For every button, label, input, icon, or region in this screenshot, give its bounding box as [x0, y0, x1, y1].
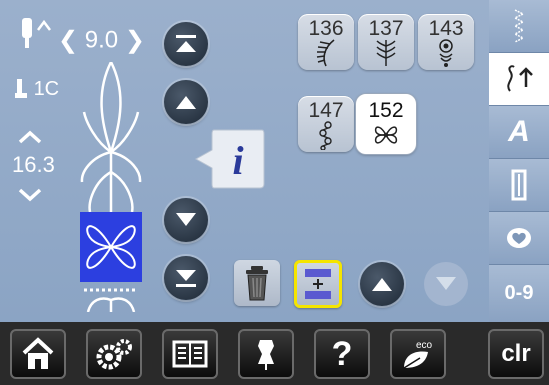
tab-practical-stitches[interactable] — [489, 0, 549, 53]
split-insert-icon — [305, 269, 331, 299]
heart-icon — [507, 228, 531, 248]
eco-button[interactable]: eco — [390, 329, 446, 379]
eco-label: eco — [416, 340, 433, 351]
stitch-width-value: 9.0 — [84, 26, 119, 54]
tab-alphabets[interactable]: A — [489, 106, 549, 159]
scroll-to-bottom-button[interactable] — [164, 256, 208, 300]
scroll-up-button[interactable] — [164, 80, 208, 124]
category-sidebar: A 0-9 — [489, 0, 549, 322]
help-button[interactable]: ? — [314, 329, 370, 379]
clear-button[interactable]: clr — [488, 329, 544, 379]
tab-quilt-stitches[interactable] — [489, 212, 549, 265]
delete-button[interactable] — [234, 260, 280, 306]
arrow-down-icon — [436, 277, 456, 290]
tutorial-button[interactable] — [162, 329, 218, 379]
home-button[interactable] — [10, 329, 66, 379]
stitch-tile-137[interactable]: 137 — [358, 14, 414, 70]
scroll-to-top-button[interactable] — [164, 22, 208, 66]
floral-medallion-icon — [439, 39, 453, 67]
numeric-icon: 0-9 — [504, 282, 534, 304]
arrow-up-icon — [176, 96, 196, 109]
wheat-stitch-icon — [376, 40, 396, 66]
scroll-top-icon — [176, 35, 196, 52]
clear-label: clr — [501, 340, 531, 367]
flower-stitch-icon — [374, 126, 398, 144]
book-icon — [172, 340, 208, 368]
stitch-tile-136[interactable]: 136 — [298, 14, 354, 70]
scroll-bottom-icon — [176, 270, 196, 287]
width-decrease-icon[interactable]: ❮ — [58, 27, 78, 54]
stitch-tile-147[interactable]: 147 — [298, 96, 354, 152]
needle-position-icon[interactable] — [12, 12, 52, 52]
arrow-down-icon — [176, 213, 196, 226]
presser-foot-icon — [15, 78, 27, 98]
creative-consultant-button[interactable] — [238, 329, 294, 379]
width-increase-icon[interactable]: ❯ — [125, 27, 145, 54]
buttonhole-icon — [511, 169, 527, 201]
page-up-button[interactable] — [360, 262, 404, 306]
running-stitch-icon — [513, 9, 525, 43]
insert-split-button[interactable] — [294, 260, 342, 308]
length-decrease-icon[interactable] — [16, 186, 44, 204]
eco-leaf-icon: eco — [403, 340, 433, 369]
gears-icon — [96, 339, 132, 370]
setup-button[interactable] — [86, 329, 142, 379]
main-screen: ❮ 9.0 ❯ 1C 16.3 i 136 137 143 147 152 A … — [0, 0, 549, 322]
help-icon: ? — [331, 334, 353, 373]
stitch-width-control[interactable]: ❮ 9.0 ❯ — [58, 26, 145, 55]
stitch-preview[interactable] — [76, 62, 146, 312]
tab-buttonholes[interactable] — [489, 159, 549, 212]
stitch-length-value: 16.3 — [12, 152, 55, 177]
tab-decorative-stitches[interactable] — [489, 53, 549, 106]
info-button[interactable]: i — [194, 128, 266, 190]
scroll-down-button[interactable] — [164, 198, 208, 242]
arrow-up-icon — [372, 278, 392, 291]
scroll-vine-icon — [319, 121, 332, 150]
dress-form-icon — [258, 340, 274, 370]
page-down-button[interactable] — [424, 262, 468, 306]
presser-foot-value: 1C — [33, 78, 60, 100]
info-icon: i — [232, 138, 243, 183]
bottom-toolbar: ? eco clr — [0, 322, 549, 385]
decorative-stitch-icon — [507, 65, 533, 92]
stitch-tile-143[interactable]: 143 — [418, 14, 474, 70]
length-increase-icon[interactable] — [16, 128, 44, 146]
tab-numbers[interactable]: 0-9 — [489, 265, 549, 322]
home-icon — [22, 337, 54, 369]
trash-icon — [246, 266, 268, 301]
alphabet-icon: A — [508, 115, 530, 148]
presser-foot-indicator: 1C — [14, 78, 59, 101]
stitch-tile-152[interactable]: 152 — [356, 94, 416, 154]
fern-stitch-icon — [316, 39, 335, 67]
